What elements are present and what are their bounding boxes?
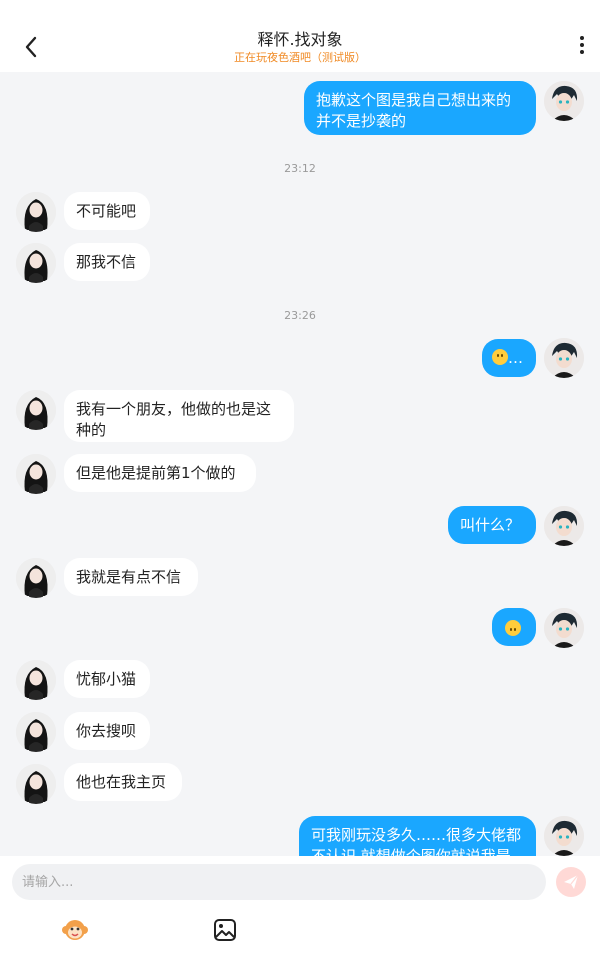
girl-avatar-icon [16,558,56,598]
my-avatar[interactable] [544,338,584,378]
girl-avatar-icon [16,712,56,752]
contact-avatar[interactable] [16,454,56,494]
monkey-face-icon [62,920,88,940]
girl-avatar-icon [16,390,56,430]
chat-subtitle: 正在玩夜色酒吧（测试版） [234,51,366,64]
my-avatar[interactable] [544,506,584,546]
anime-boy-avatar-icon [544,338,584,378]
paper-plane-icon [564,874,579,889]
message-bubble[interactable]: 我有一个朋友，他做的也是这 种的 [64,390,294,442]
message-bubble[interactable]: 不可能吧 [64,192,150,230]
anime-boy-avatar-icon [544,81,584,121]
my-avatar[interactable] [544,81,584,121]
contact-avatar[interactable] [16,660,56,700]
chat-title: 释怀.找对象 [257,30,343,49]
anime-boy-avatar-icon [544,506,584,546]
contact-avatar[interactable] [16,243,56,283]
message-bubble[interactable]: 你去搜呗 [64,712,150,750]
message-bubble[interactable]: … [482,339,536,377]
sticker-button[interactable] [61,916,89,944]
message-bubble[interactable]: 抱歉这个图是我自己想出来的 并不是抄袭的 [304,81,536,135]
anime-boy-avatar-icon [544,608,584,648]
message-bubble[interactable]: 他也在我主页 [64,763,182,801]
message-bubble[interactable]: 叫什么？ [448,506,536,544]
message-text: … [508,349,523,367]
chat-header: 释怀.找对象 正在玩夜色酒吧（测试版） [0,0,600,72]
upside-down-face-emoji-icon [505,620,521,636]
message-input[interactable] [12,864,546,900]
contact-avatar[interactable] [16,558,56,598]
girl-avatar-icon [16,454,56,494]
girl-avatar-icon [16,660,56,700]
contact-avatar[interactable] [16,712,56,752]
contact-avatar[interactable] [16,192,56,232]
image-button[interactable] [211,916,239,944]
contact-avatar[interactable] [16,764,56,804]
girl-avatar-icon [16,243,56,283]
neutral-face-emoji-icon [492,349,508,365]
girl-avatar-icon [16,192,56,232]
timestamp: 23:12 [284,162,316,175]
message-bubble[interactable] [492,608,536,646]
message-bubble[interactable]: 我就是有点不信 [64,558,198,596]
message-bubble[interactable]: 忧郁小猫 [64,660,150,698]
image-icon [214,919,236,941]
contact-avatar[interactable] [16,390,56,430]
girl-avatar-icon [16,764,56,804]
my-avatar[interactable] [544,608,584,648]
my-avatar[interactable] [544,816,584,856]
vertical-dots-icon [580,36,584,40]
timestamp: 23:26 [284,309,316,322]
more-options-button[interactable] [576,36,588,60]
title-area: 释怀.找对象 正在玩夜色酒吧（测试版） [0,30,600,65]
message-bubble[interactable]: 但是他是提前第1个做的 [64,454,256,492]
send-button[interactable] [556,867,586,897]
input-bar [0,856,600,960]
message-bubble[interactable]: 那我不信 [64,243,150,281]
anime-boy-avatar-icon [544,816,584,856]
message-list[interactable]: 抱歉这个图是我自己想出来的 并不是抄袭的 23:12 不可能吧 那我不信 23:… [0,72,600,856]
message-bubble[interactable]: 可我刚玩没多久……很多大佬都 不认识 就想做个图你就说我是 [299,816,536,856]
